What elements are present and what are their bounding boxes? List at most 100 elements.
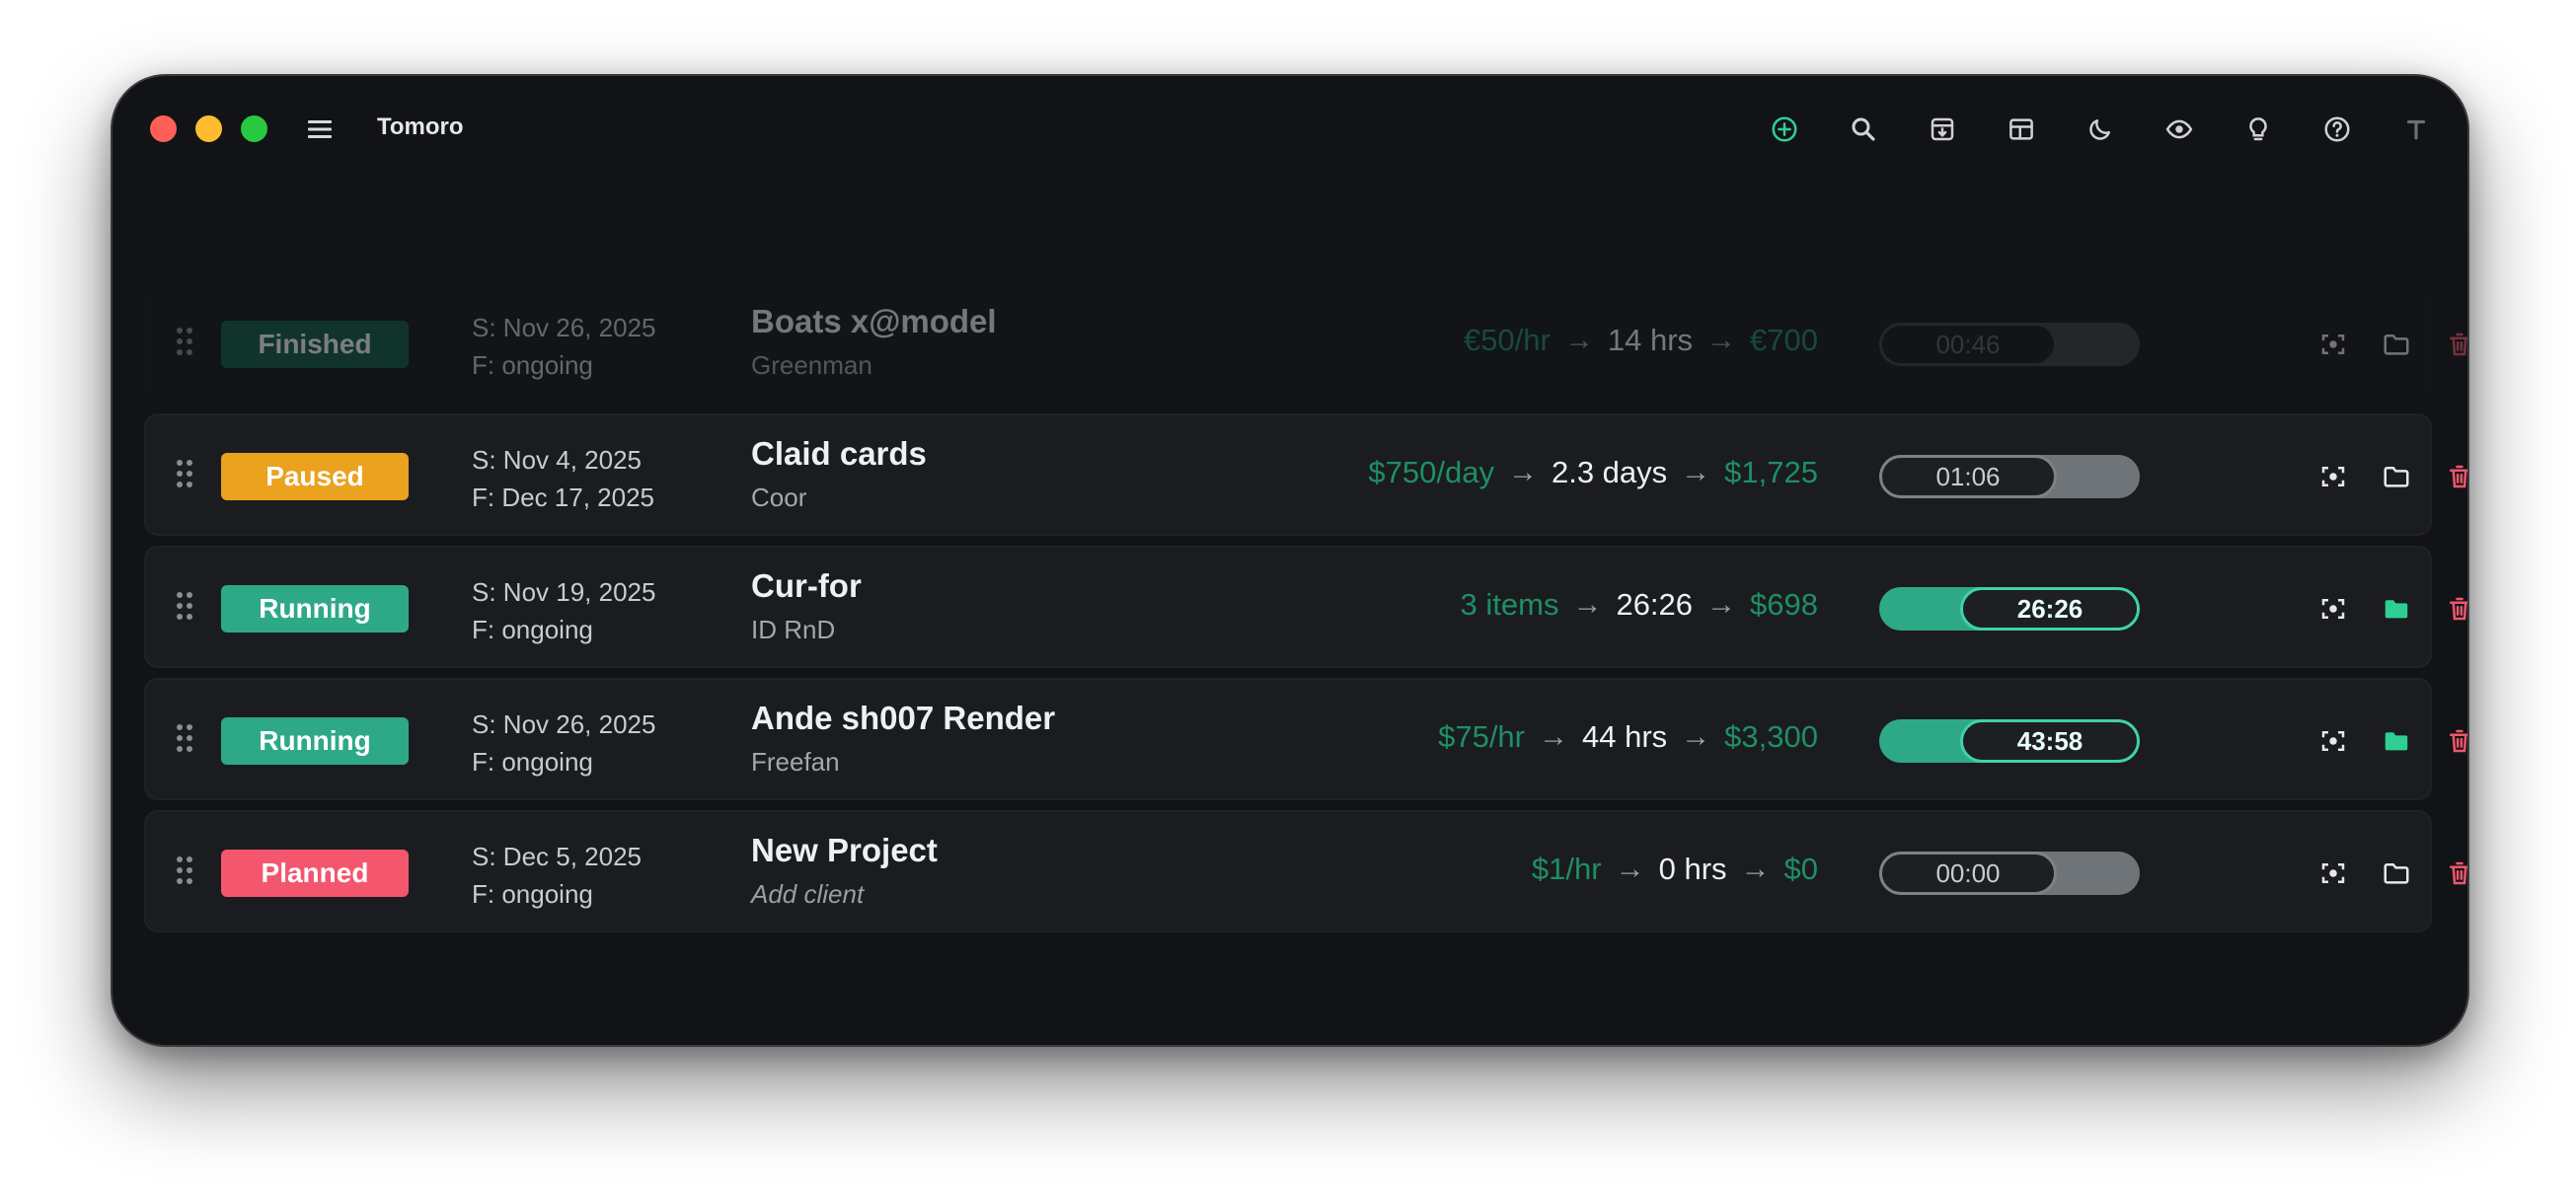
arrow-right-icon: →	[1615, 853, 1645, 885]
status-badge[interactable]: Paused	[221, 453, 409, 500]
project-name[interactable]: New Project	[751, 832, 938, 869]
project-client[interactable]: Freefan	[751, 747, 840, 778]
maximize-window-button[interactable]	[241, 115, 267, 142]
project-dates: S: Dec 5, 2025 F: ongoing	[472, 838, 642, 913]
screenshot-icon[interactable]	[2315, 459, 2351, 494]
finish-date: F: ongoing	[472, 350, 593, 380]
timer-toggle[interactable]: 43:58	[1879, 719, 2140, 763]
project-client[interactable]: Greenman	[751, 350, 872, 381]
start-date: S: Dec 5, 2025	[472, 842, 642, 871]
trash-icon[interactable]	[2442, 591, 2467, 627]
project-dates: S: Nov 4, 2025 F: Dec 17, 2025	[472, 441, 654, 516]
status-badge[interactable]: Running	[221, 717, 409, 765]
folder-icon[interactable]	[2379, 327, 2414, 362]
trash-icon[interactable]	[2442, 855, 2467, 891]
total: $1,725	[1724, 455, 1818, 489]
project-row[interactable]: Paused S: Nov 4, 2025 F: Dec 17, 2025 Cl…	[144, 413, 2467, 536]
arrow-right-icon: →	[1572, 588, 1603, 621]
text-icon[interactable]	[2392, 106, 2440, 153]
screenshot-icon[interactable]	[2315, 327, 2351, 362]
project-row[interactable]: Finished S: Nov 26, 2025 F: ongoing Boat…	[144, 281, 2467, 404]
rate[interactable]: $1/hr	[1532, 852, 1602, 887]
add-circle-icon[interactable]	[1761, 106, 1808, 153]
project-name[interactable]: Ande sh007 Render	[751, 700, 1055, 737]
status-badge[interactable]: Planned	[221, 850, 409, 897]
project-dates: S: Nov 19, 2025 F: ongoing	[472, 573, 655, 648]
folder-icon[interactable]	[2379, 855, 2414, 891]
close-window-button[interactable]	[150, 115, 177, 142]
folder-icon[interactable]	[2379, 459, 2414, 494]
project-row[interactable]: Running S: Nov 26, 2025 F: ongoing Ande …	[144, 678, 2467, 800]
drag-handle-icon[interactable]	[176, 591, 193, 621]
arrow-right-icon: →	[1706, 588, 1737, 621]
billing-summary: €50/hr → 14 hrs → €700	[1464, 323, 1818, 358]
total: $3,300	[1724, 719, 1818, 754]
finish-date: F: ongoing	[472, 747, 593, 777]
quantity: 44 hrs	[1582, 719, 1668, 754]
help-icon[interactable]	[2313, 106, 2361, 153]
archive-icon[interactable]	[1919, 106, 1966, 153]
timer-toggle[interactable]: 00:46	[1879, 323, 2140, 366]
quantity: 26:26	[1616, 587, 1694, 622]
arrow-right-icon: →	[1563, 324, 1594, 356]
drag-handle-icon[interactable]	[176, 855, 193, 885]
drag-handle-icon[interactable]	[176, 723, 193, 753]
rate[interactable]: €50/hr	[1464, 323, 1551, 358]
start-date: S: Nov 26, 2025	[472, 313, 656, 342]
timer-value: 26:26	[1960, 587, 2140, 631]
billing-summary: $750/day → 2.3 days → $1,725	[1368, 455, 1818, 490]
folder-filled-icon[interactable]	[2379, 723, 2414, 759]
folder-filled-icon[interactable]	[2379, 591, 2414, 627]
rate[interactable]: 3 items	[1461, 587, 1559, 623]
start-date: S: Nov 4, 2025	[472, 445, 642, 475]
project-row[interactable]: Running S: Nov 19, 2025 F: ongoing Cur-f…	[144, 546, 2467, 668]
quantity: 2.3 days	[1551, 455, 1668, 489]
trash-icon[interactable]	[2442, 723, 2467, 759]
billing-summary: $1/hr → 0 hrs → $0	[1532, 852, 1818, 887]
finish-date: F: ongoing	[472, 615, 593, 644]
status-badge[interactable]: Finished	[221, 321, 409, 368]
project-name[interactable]: Cur-for	[751, 567, 862, 605]
arrow-right-icon: →	[1706, 324, 1737, 356]
drag-handle-icon[interactable]	[176, 459, 193, 488]
layout-icon[interactable]	[1998, 106, 2045, 153]
timer-toggle[interactable]: 01:06	[1879, 455, 2140, 498]
add-client-placeholder[interactable]: Add client	[751, 879, 864, 910]
trash-icon[interactable]	[2442, 327, 2467, 362]
total: €700	[1750, 323, 1818, 357]
lightbulb-icon[interactable]	[2235, 106, 2282, 153]
project-client[interactable]: Coor	[751, 483, 806, 513]
app-window: Tomoro Finished S: Nov 26, 2025 F: ongoi…	[111, 74, 2469, 1047]
start-date: S: Nov 26, 2025	[472, 709, 656, 739]
screenshot-icon[interactable]	[2315, 855, 2351, 891]
project-dates: S: Nov 26, 2025 F: ongoing	[472, 309, 655, 384]
screenshot-icon[interactable]	[2315, 723, 2351, 759]
project-client[interactable]: ID RnD	[751, 615, 835, 645]
hamburger-menu-icon[interactable]	[302, 112, 338, 147]
app-title: Tomoro	[377, 113, 464, 140]
timer-toggle[interactable]: 00:00	[1879, 852, 2140, 895]
rate[interactable]: $750/day	[1368, 455, 1494, 490]
status-badge[interactable]: Running	[221, 585, 409, 632]
project-row[interactable]: Planned S: Dec 5, 2025 F: ongoing New Pr…	[144, 810, 2467, 932]
moon-icon[interactable]	[2077, 106, 2124, 153]
eye-icon[interactable]	[2156, 106, 2203, 153]
timer-value: 43:58	[1960, 719, 2140, 763]
trash-icon[interactable]	[2442, 459, 2467, 494]
billing-summary: 3 items → 26:26 → $698	[1461, 587, 1818, 623]
drag-handle-icon[interactable]	[176, 327, 193, 356]
project-name[interactable]: Boats x@model	[751, 303, 997, 340]
screenshot-icon[interactable]	[2315, 591, 2351, 627]
start-date: S: Nov 19, 2025	[472, 577, 656, 607]
rate[interactable]: $75/hr	[1438, 719, 1525, 755]
project-dates: S: Nov 26, 2025 F: ongoing	[472, 706, 655, 781]
project-name[interactable]: Claid cards	[751, 435, 927, 473]
finish-date: F: ongoing	[472, 879, 593, 909]
search-icon[interactable]	[1840, 106, 1887, 153]
minimize-window-button[interactable]	[195, 115, 222, 142]
billing-summary: $75/hr → 44 hrs → $3,300	[1438, 719, 1818, 755]
arrow-right-icon: →	[1539, 720, 1568, 753]
timer-toggle[interactable]: 26:26	[1879, 587, 2140, 631]
arrow-right-icon: →	[1507, 456, 1538, 488]
quantity: 0 hrs	[1658, 852, 1727, 886]
